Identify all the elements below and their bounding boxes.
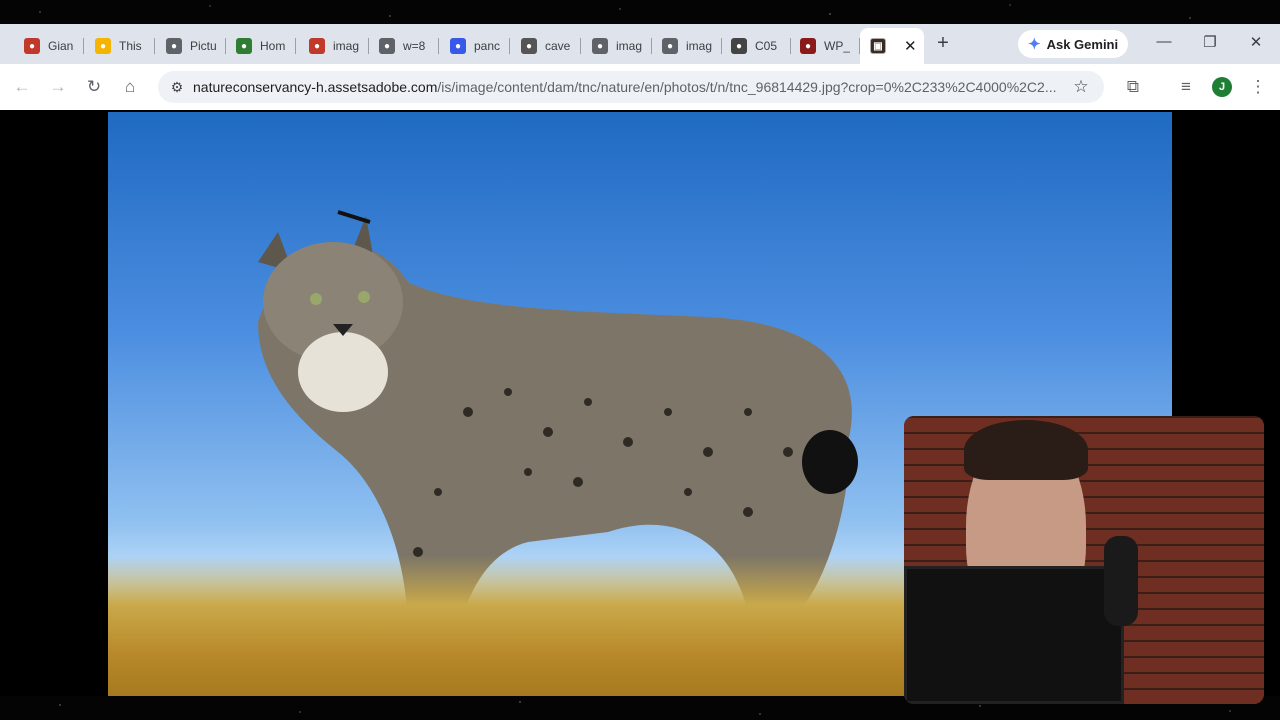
tab-5[interactable]: ● imag bbox=[299, 32, 369, 60]
tab-title: Pictu bbox=[190, 39, 216, 53]
wikimedia-icon: ● bbox=[236, 38, 252, 54]
tab-title: cave bbox=[545, 39, 571, 53]
tab-separator bbox=[295, 38, 296, 54]
tab-separator bbox=[509, 38, 510, 54]
url-text[interactable]: natureconservancy-h.assetsadobe.com/is/i… bbox=[193, 79, 1058, 95]
tab-3[interactable]: ● Pictu bbox=[156, 32, 226, 60]
tab-2[interactable]: ● This bbox=[85, 32, 155, 60]
tab-12[interactable]: ● WP_ bbox=[790, 32, 860, 60]
monitor bbox=[904, 566, 1124, 704]
image-favicon: ▣ bbox=[870, 38, 886, 54]
profile-avatar[interactable]: J bbox=[1212, 77, 1232, 97]
forward-arrow-icon[interactable]: → bbox=[47, 76, 69, 98]
tab-active[interactable]: ▣ ✕ bbox=[860, 28, 924, 64]
search-tabs-icon[interactable]: ⧉ bbox=[1122, 76, 1144, 98]
media-controls-icon[interactable]: ≡ bbox=[1175, 76, 1197, 98]
tab-6[interactable]: ● w=8 bbox=[369, 32, 439, 60]
site-info-icon[interactable]: ⚙ bbox=[166, 76, 188, 98]
tab-title: imag bbox=[616, 39, 642, 53]
tab-separator bbox=[154, 38, 155, 54]
tab-4[interactable]: ● Hom bbox=[226, 32, 296, 60]
wordpress-icon: ● bbox=[450, 38, 466, 54]
tab-title: imag bbox=[686, 39, 712, 53]
back-arrow-icon[interactable]: ← bbox=[11, 76, 33, 98]
tab-title: This bbox=[119, 39, 142, 53]
toolbar: ← → ↻ ⌂ ⚙ natureconservancy-h.assetsadob… bbox=[0, 64, 1280, 110]
globe-icon: ● bbox=[592, 38, 608, 54]
menu-kebab-icon[interactable]: ⋮ bbox=[1247, 76, 1269, 98]
tab-separator bbox=[438, 38, 439, 54]
gemini-sparkle-icon: ✦ bbox=[1028, 36, 1041, 53]
new-tab-button[interactable]: + bbox=[932, 33, 954, 55]
streamer-hair bbox=[964, 420, 1088, 480]
c-box-icon: ● bbox=[731, 38, 747, 54]
tab-title: Hom bbox=[260, 39, 286, 53]
globe-icon: ● bbox=[662, 38, 678, 54]
tab-title: w=8 bbox=[403, 39, 426, 53]
tab-title: WP_ bbox=[824, 39, 850, 53]
url-host: natureconservancy-h.assetsadobe.com bbox=[193, 79, 438, 95]
webcam-overlay bbox=[904, 416, 1264, 704]
site-red-icon: ● bbox=[24, 38, 40, 54]
minimize-icon[interactable]: — bbox=[1154, 33, 1174, 50]
tab-8[interactable]: ● cave bbox=[511, 32, 581, 60]
s-badge-icon: ● bbox=[95, 38, 111, 54]
tab-11[interactable]: ● C05 bbox=[721, 32, 791, 60]
restore-icon[interactable]: ❐ bbox=[1200, 33, 1220, 51]
tab-1[interactable]: ● Gian bbox=[14, 32, 84, 60]
tab-title: C05 bbox=[755, 39, 778, 53]
cave-icon: ● bbox=[521, 38, 537, 54]
tab-title: Gian bbox=[48, 39, 74, 53]
bookmark-star-icon[interactable]: ☆ bbox=[1070, 76, 1092, 98]
close-window-icon[interactable]: ✕ bbox=[1246, 33, 1266, 51]
tab-title: imag bbox=[333, 39, 359, 53]
ask-gemini-button[interactable]: ✦ Ask Gemini bbox=[1018, 30, 1129, 58]
microphone bbox=[1104, 536, 1138, 626]
tab-separator bbox=[580, 38, 581, 54]
tab-7[interactable]: ● panc bbox=[440, 32, 510, 60]
tab-10[interactable]: ● imag bbox=[652, 32, 722, 60]
close-tab-icon[interactable]: ✕ bbox=[904, 37, 917, 55]
url-path: /is/image/content/dam/tnc/nature/en/phot… bbox=[437, 79, 1057, 95]
tab-strip: ● Gian ● This ● Pictu ● Hom ● imag ● w=8 ● panc ● cave ●… bbox=[0, 24, 1280, 64]
address-bar[interactable]: ⚙ natureconservancy-h.assetsadobe.com/is… bbox=[158, 71, 1104, 103]
tab-title: panc bbox=[474, 39, 500, 53]
tab-separator bbox=[83, 38, 84, 54]
art-icon: ● bbox=[800, 38, 816, 54]
reload-icon[interactable]: ↻ bbox=[83, 76, 105, 98]
site-red-icon: ● bbox=[309, 38, 325, 54]
home-icon[interactable]: ⌂ bbox=[119, 76, 141, 98]
tab-9[interactable]: ● imag bbox=[582, 32, 652, 60]
ask-gemini-label: Ask Gemini bbox=[1046, 36, 1119, 52]
globe-icon: ● bbox=[166, 38, 182, 54]
globe-icon: ● bbox=[379, 38, 395, 54]
